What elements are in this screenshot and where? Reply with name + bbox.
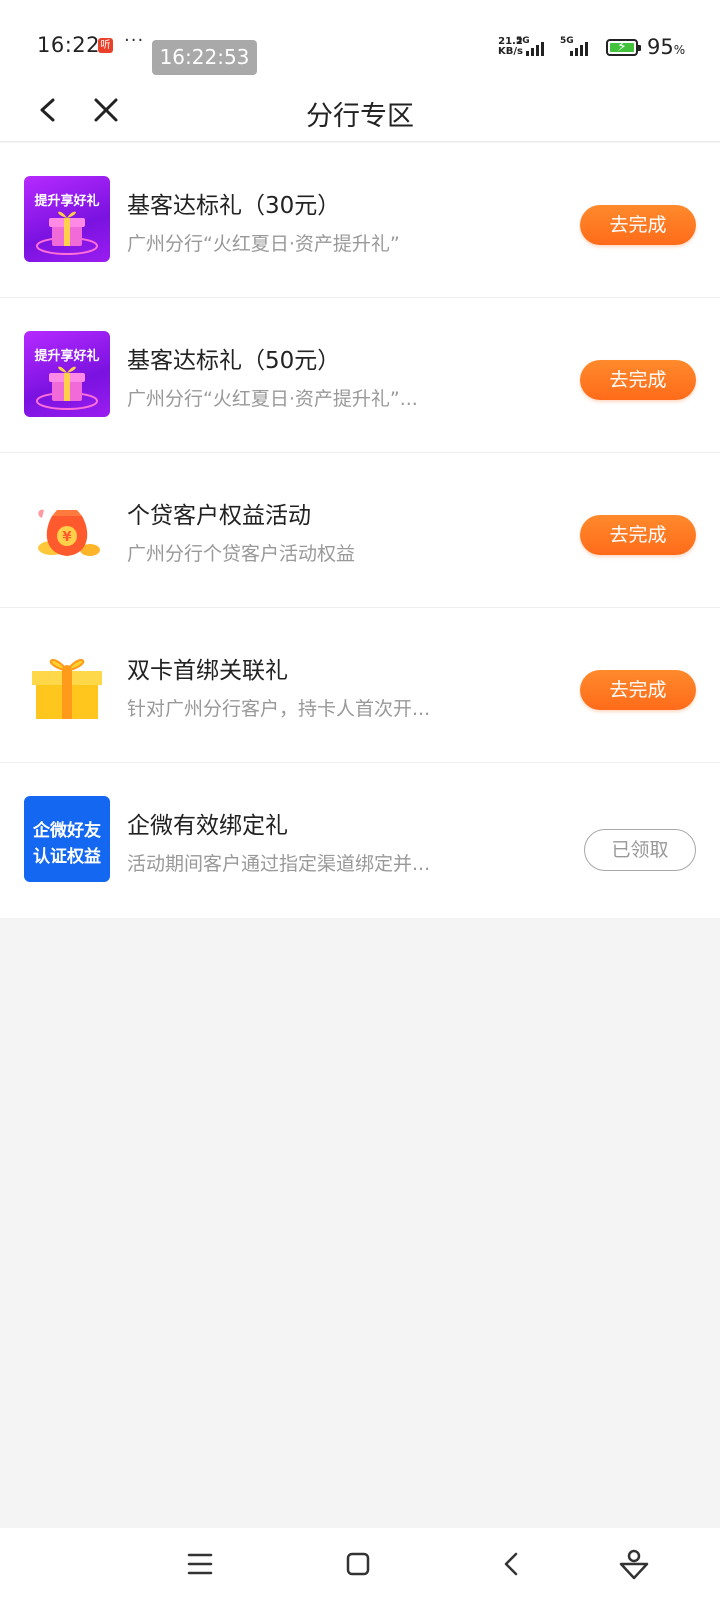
gift-box-purple-icon: 提升享好礼 [24, 331, 110, 417]
item-title: 个贷客户权益活动 [127, 503, 311, 529]
go-complete-button[interactable]: 去完成 [580, 515, 696, 555]
assistant-icon [619, 1549, 649, 1580]
gift-box-purple-icon: 提升享好礼 [24, 176, 110, 262]
list-item[interactable]: ¥ 个贷客户权益活动 广州分行个贷客户活动权益 去完成 [0, 453, 720, 608]
svg-text:¥: ¥ [62, 530, 71, 545]
signal-1-icon: 5G [516, 36, 550, 56]
back-chevron-icon [504, 1552, 518, 1576]
assistant-button[interactable] [612, 1542, 656, 1586]
list-item[interactable]: 提升享好礼 基客达标礼（50元） 广州分行“火红夏日·资产提升礼”... 去完成 [0, 298, 720, 453]
notification-app-icon: 听 [98, 38, 113, 53]
system-nav-bar [0, 1528, 720, 1600]
menu-button[interactable] [178, 1542, 222, 1586]
activity-list: 提升享好礼 基客达标礼（30元） 广州分行“火红夏日·资产提升礼” 去完成 提升… [0, 143, 720, 918]
home-button[interactable] [336, 1542, 380, 1586]
item-title: 企微有效绑定礼 [127, 813, 288, 839]
nav-bar: 分行专区 [0, 80, 720, 142]
more-notifications-icon: ··· [124, 30, 145, 51]
system-back-button[interactable] [490, 1542, 534, 1586]
floating-clock[interactable]: 16:22:53 [152, 40, 257, 75]
menu-icon [187, 1553, 213, 1575]
signal-2-icon: 5G [560, 36, 594, 56]
go-complete-button[interactable]: 去完成 [580, 360, 696, 400]
item-title: 基客达标礼（30元） [127, 193, 341, 219]
item-title: 基客达标礼（50元） [127, 348, 341, 374]
gift-box-gold-icon [24, 641, 110, 727]
list-item[interactable]: 企微好友 认证权益 企微有效绑定礼 活动期间客户通过指定渠道绑定并... 已领取 [0, 763, 720, 918]
money-bag-icon: ¥ [24, 486, 110, 572]
item-description: 广州分行“火红夏日·资产提升礼”... [127, 388, 418, 410]
list-item[interactable]: 提升享好礼 基客达标礼（30元） 广州分行“火红夏日·资产提升礼” 去完成 [0, 143, 720, 298]
go-complete-button[interactable]: 去完成 [580, 670, 696, 710]
item-description: 活动期间客户通过指定渠道绑定并... [127, 853, 431, 875]
page-title: 分行专区 [306, 101, 414, 132]
status-bar: 16:22 听 ··· 16:22:53 21.2 KB/s 5G 5G ⚡ 9… [0, 0, 720, 80]
list-item[interactable]: 双卡首绑关联礼 针对广州分行客户，持卡人首次开... 去完成 [0, 608, 720, 763]
item-description: 针对广州分行客户，持卡人首次开... [127, 698, 431, 720]
battery-icon: ⚡ [606, 39, 641, 56]
item-description: 广州分行个贷客户活动权益 [127, 543, 356, 565]
go-complete-button[interactable]: 去完成 [580, 205, 696, 245]
item-description: 广州分行“火红夏日·资产提升礼” [127, 233, 400, 255]
wecom-badge-icon: 企微好友 认证权益 [24, 796, 110, 882]
page: 16:22 听 ··· 16:22:53 21.2 KB/s 5G 5G ⚡ 9… [0, 0, 720, 1600]
claimed-button[interactable]: 已领取 [584, 829, 696, 871]
item-title: 双卡首绑关联礼 [127, 658, 288, 684]
home-square-icon [346, 1552, 370, 1576]
battery-percent: 95% [647, 35, 686, 59]
status-time: 16:22 [37, 33, 101, 57]
